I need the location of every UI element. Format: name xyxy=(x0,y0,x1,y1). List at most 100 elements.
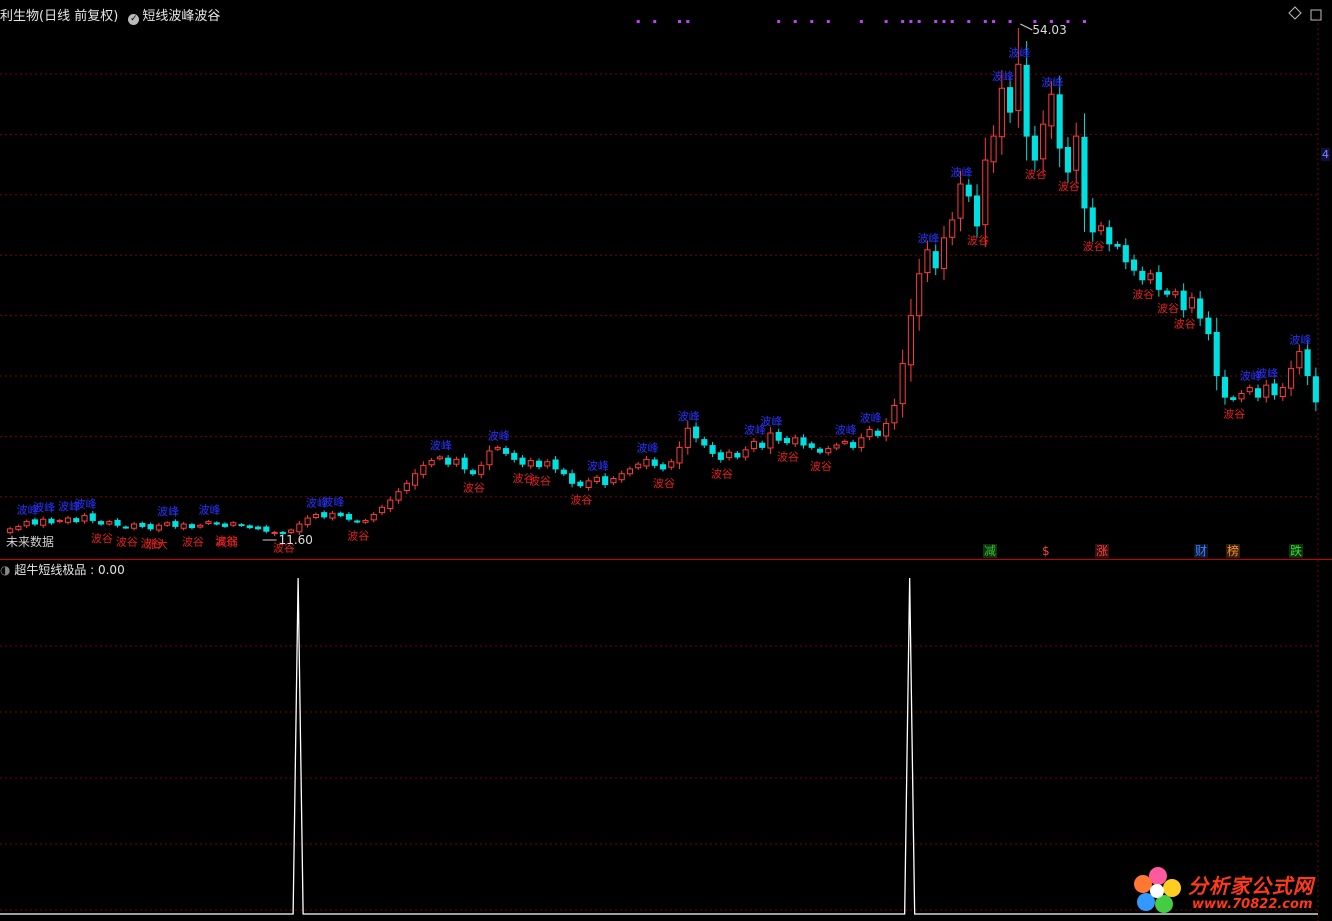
candle-body xyxy=(122,526,129,529)
candle-body xyxy=(692,426,700,439)
event-tag[interactable]: 跌 xyxy=(1289,544,1304,558)
valley-label: 波谷 xyxy=(711,467,733,480)
event-tag[interactable]: 减 xyxy=(983,544,998,558)
candle-body xyxy=(73,518,80,523)
signal-marker xyxy=(884,20,888,23)
candle-body xyxy=(478,464,485,475)
peak-label: 波峰 xyxy=(430,439,452,452)
valley-label: 波谷 xyxy=(1058,180,1080,193)
valley-label: 波谷 xyxy=(529,475,551,488)
peak-label: 波峰 xyxy=(636,441,658,454)
event-tag[interactable]: 榜 xyxy=(1226,544,1241,558)
future-data-label: 未来数据 xyxy=(6,534,54,549)
candle-body xyxy=(97,521,105,525)
candle-body xyxy=(618,473,625,481)
event-tag[interactable]: 财 xyxy=(1194,544,1209,558)
candle-body xyxy=(436,456,443,460)
candle-body xyxy=(370,513,377,521)
candle-body xyxy=(1097,225,1105,232)
watermark-url[interactable]: www.70822.com xyxy=(1192,897,1313,912)
candle-body xyxy=(544,461,551,467)
candle-body xyxy=(833,444,840,449)
signal-marker xyxy=(1082,20,1086,23)
candle-body xyxy=(40,518,47,526)
candle-body xyxy=(742,449,749,458)
signal-marker xyxy=(1008,20,1012,23)
candle-body xyxy=(31,519,38,525)
candle-body xyxy=(403,482,410,492)
event-tag[interactable]: $ xyxy=(1041,544,1051,558)
peak-label: 波峰 xyxy=(951,166,973,179)
valley-label: 波谷 xyxy=(570,494,592,507)
candle-body xyxy=(800,437,807,446)
candle-body xyxy=(321,512,328,518)
candle-body xyxy=(1040,123,1047,160)
candle-body xyxy=(1031,135,1038,161)
candle-body xyxy=(362,519,369,523)
signal-marker xyxy=(859,20,863,23)
peak-label: 波峰 xyxy=(992,70,1014,83)
candle-body xyxy=(1073,135,1080,171)
signal-marker xyxy=(777,20,781,23)
low-price-label: 11.60 xyxy=(279,533,313,547)
candle-body xyxy=(461,457,468,470)
peak-label: 波峰 xyxy=(322,495,344,508)
candle-body xyxy=(1312,376,1319,403)
candle-body xyxy=(519,457,526,465)
candle-body xyxy=(312,513,319,518)
wave-labels: 波峰波峰 波峰波峰波谷 波谷 波谷波峰波谷波峰波谷波谷波峰波峰波谷波峰波谷波峰波谷波谷… xyxy=(6,23,1311,555)
candle-body xyxy=(1271,383,1278,396)
candle-body xyxy=(850,442,857,448)
peak-label: 波峰 xyxy=(1289,334,1311,347)
valley-label: 波谷 xyxy=(653,477,675,490)
signal-marker xyxy=(983,20,987,23)
candle-body xyxy=(1279,387,1286,398)
candle-body xyxy=(337,512,344,517)
candle-body xyxy=(1106,227,1113,245)
signal-marker xyxy=(942,20,946,23)
candle-body xyxy=(221,523,229,527)
candle-body xyxy=(395,491,402,501)
candle-body xyxy=(1015,63,1022,111)
candle-body xyxy=(271,531,278,534)
candle-body xyxy=(841,440,848,444)
candle-body xyxy=(56,519,63,523)
candle-body xyxy=(1230,397,1237,401)
candle-body xyxy=(1205,317,1212,335)
candle-body xyxy=(775,431,782,441)
watermark-logo: 分析家公式网 www.70822.com xyxy=(1132,862,1332,918)
candle-body xyxy=(626,468,634,475)
event-tag[interactable]: 涨 xyxy=(1095,544,1110,558)
valley-label: 波谷 xyxy=(347,530,369,543)
indicator-grid xyxy=(0,560,1319,921)
candle-body xyxy=(254,526,262,530)
candle-body xyxy=(717,452,724,460)
high-pointer xyxy=(1020,23,1033,31)
candle-body xyxy=(1114,243,1121,247)
candle-body xyxy=(949,219,956,238)
peak-label: 波峰 xyxy=(75,498,97,511)
candle-body xyxy=(7,528,14,533)
candle-body xyxy=(147,524,154,530)
candle-body xyxy=(899,363,906,405)
indicator-line xyxy=(0,577,1318,915)
candle-body xyxy=(982,159,989,226)
candle-body xyxy=(387,499,394,509)
price-axis-tag: 4 xyxy=(1321,148,1330,161)
valley-label: 波谷 xyxy=(1157,302,1179,315)
candle-body xyxy=(412,473,419,486)
signal-marker xyxy=(810,20,814,23)
candle-body xyxy=(1263,384,1270,398)
candle-body xyxy=(643,458,650,467)
candle-body xyxy=(1023,64,1030,137)
candle-body xyxy=(213,522,220,525)
candle-body xyxy=(246,525,253,529)
candle-body xyxy=(973,195,981,227)
candle-body xyxy=(684,427,691,448)
peak-label: 波峰 xyxy=(1041,76,1063,89)
signal-marker xyxy=(793,20,797,23)
valley-label: 波谷 xyxy=(116,536,138,549)
signal-marker xyxy=(992,20,996,23)
candle-body xyxy=(1064,146,1072,173)
candle-body xyxy=(1089,207,1096,233)
